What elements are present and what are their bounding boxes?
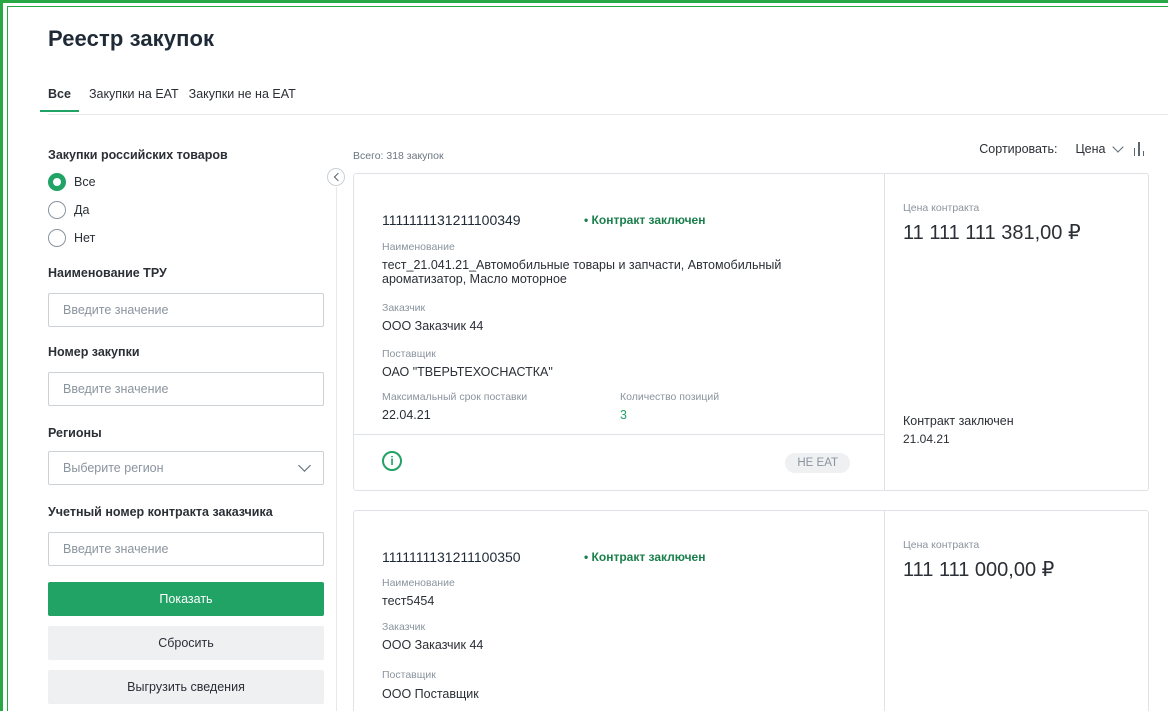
supplier-name: ООО Поставщик (382, 687, 479, 701)
panel-divider (336, 187, 337, 711)
tabs: Все Закупки на ЕАТ Закупки не на ЕАТ (40, 87, 306, 112)
tab-all[interactable]: Все (40, 87, 79, 112)
price-caption: Цена контракта (903, 202, 980, 214)
tab-not-eat[interactable]: Закупки не на ЕАТ (189, 87, 296, 112)
show-button[interactable]: Показать (48, 582, 324, 616)
eat-badge: НЕ ЕАТ (785, 453, 850, 473)
purchase-card[interactable]: 1111111131211100349 • Контракт заключен … (353, 173, 1149, 491)
sort-value: Цена (1075, 142, 1106, 156)
contract-date: 21.04.21 (903, 432, 950, 446)
purchase-card[interactable]: 1111111131211100350 • Контракт заключен … (353, 510, 1149, 711)
regions-label: Регионы (48, 426, 102, 440)
collapse-panel-button[interactable] (327, 168, 345, 186)
purchase-name: тест5454 (382, 594, 435, 608)
status-badge: • Контракт заключен (584, 550, 706, 564)
positions-count[interactable]: 3 (620, 408, 627, 422)
radio-all[interactable]: Все (48, 168, 324, 196)
radio-yes-label: Да (74, 203, 90, 217)
card-price-panel: Цена контракта 111 111 000,00 ₽ (884, 511, 1149, 711)
customer-name: ООО Заказчик 44 (382, 638, 484, 652)
purchase-name: тест_21.041.21_Автомобильные товары и за… (382, 258, 782, 286)
positions-caption: Количество позиций (620, 391, 720, 403)
name-caption: Наименование (382, 241, 455, 253)
name-caption: Наименование (382, 577, 455, 589)
customer-name: ООО Заказчик 44 (382, 319, 484, 333)
tab-eat[interactable]: Закупки на ЕАТ (89, 87, 179, 112)
tru-name-label: Наименование ТРУ (48, 266, 167, 280)
contract-status: Контракт заключен (903, 414, 1014, 428)
regions-select[interactable]: Выберите регион (48, 451, 324, 485)
radio-yes[interactable]: Да (48, 196, 324, 224)
price-caption: Цена контракта (903, 539, 980, 551)
chevron-left-icon (333, 172, 342, 182)
filters-panel: Закупки российских товаров Все Да Нет На… (48, 140, 324, 704)
status-badge: • Контракт заключен (584, 213, 706, 227)
contract-number-label: Учетный номер контракта заказчика (48, 505, 273, 519)
tru-name-input[interactable]: Введите значение (48, 293, 324, 327)
radio-no[interactable]: Нет (48, 224, 324, 252)
sort-control: Сортировать: Цена (979, 141, 1144, 156)
radio-all-indicator (48, 173, 66, 191)
customer-caption: Заказчик (382, 302, 426, 314)
supplier-name: ОАО "ТВЕРЬТЕХОСНАСТКА" (382, 365, 553, 379)
purchase-number[interactable]: 1111111131211100349 (382, 212, 521, 228)
delivery-caption: Максимальный срок поставки (382, 391, 528, 403)
russian-goods-label: Закупки российских товаров (48, 148, 228, 162)
supplier-caption: Поставщик (382, 348, 436, 360)
info-icon[interactable]: i (382, 451, 402, 471)
chevron-down-icon (1111, 141, 1124, 153)
export-button[interactable]: Выгрузить сведения (48, 670, 324, 704)
contract-price: 11 111 111 381,00 ₽ (903, 222, 1081, 244)
card-price-panel: Цена контракта 11 111 111 381,00 ₽ Контр… (884, 174, 1149, 490)
page-title: Реестр закупок (48, 26, 215, 51)
radio-yes-indicator (48, 201, 66, 219)
customer-caption: Заказчик (382, 621, 426, 633)
sort-select[interactable]: Цена (1075, 141, 1124, 156)
delivery-date: 22.04.21 (382, 408, 431, 422)
reset-button[interactable]: Сбросить (48, 626, 324, 660)
sort-label: Сортировать: (979, 142, 1058, 156)
radio-no-indicator (48, 229, 66, 247)
radio-all-label: Все (74, 175, 96, 189)
radio-no-label: Нет (74, 231, 96, 245)
supplier-caption: Поставщик (382, 669, 436, 681)
contract-price: 111 111 000,00 ₽ (903, 559, 1055, 581)
results-total: Всего: 318 закупок (353, 150, 444, 162)
purchase-number[interactable]: 1111111131211100350 (382, 549, 521, 565)
purchase-number-label: Номер закупки (48, 345, 140, 359)
regions-select-value: Выберите регион (63, 461, 164, 475)
purchase-number-input[interactable]: Введите значение (48, 372, 324, 406)
tabs-divider (48, 114, 1168, 115)
contract-number-input[interactable]: Введите значение (48, 532, 324, 566)
card-footer: i НЕ ЕАТ (354, 434, 884, 491)
chevron-down-icon (298, 459, 311, 472)
sort-bars-icon[interactable] (1133, 142, 1144, 156)
